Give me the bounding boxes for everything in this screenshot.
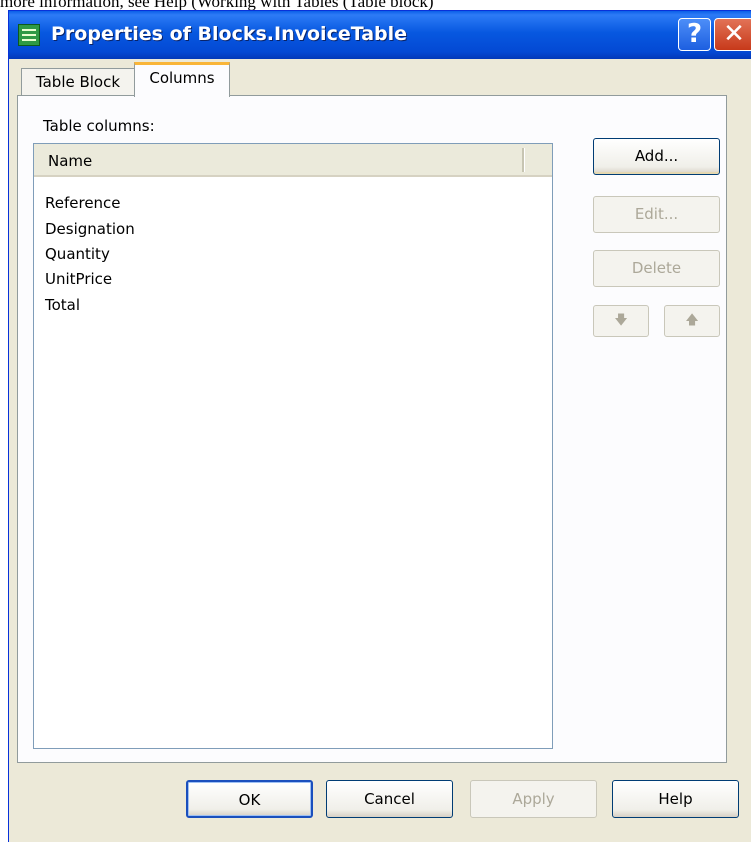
help-title-button[interactable]: ? [678,18,711,51]
list-item[interactable]: Designation [45,220,135,238]
delete-button[interactable]: Delete [593,250,720,287]
add-button[interactable]: Add... [593,138,720,175]
help-button[interactable]: Help [612,780,739,818]
list-item[interactable]: UnitPrice [45,270,112,288]
move-down-button[interactable]: 🡇 [593,305,649,337]
ok-button[interactable]: OK [186,780,313,818]
close-button[interactable]: ✕ [714,18,751,51]
window-title: Properties of Blocks.InvoiceTable [51,23,408,45]
title-bar[interactable]: Properties of Blocks.InvoiceTable ? ✕ [9,11,751,59]
caption-text: more information, see Help (Working with… [0,0,434,10]
table-app-icon [18,24,40,46]
list-item[interactable]: Total [45,296,80,314]
edit-button[interactable]: Edit... [593,196,720,233]
tab-columns[interactable]: Columns [134,62,230,97]
columns-list[interactable]: Name Reference Designation Quantity Unit… [33,143,553,749]
tab-table-block[interactable]: Table Block [21,68,135,95]
arrow-down-icon: 🡇 [614,313,628,328]
cancel-button[interactable]: Cancel [326,780,453,818]
question-mark-icon: ? [686,19,703,49]
list-item[interactable]: Reference [45,194,121,212]
list-item[interactable]: Quantity [45,245,110,263]
apply-button[interactable]: Apply [470,780,597,818]
close-icon: ✕ [723,19,745,49]
column-separator[interactable] [522,148,525,172]
move-up-button[interactable]: 🡅 [664,305,720,337]
column-header-name[interactable]: Name [48,152,92,170]
table-columns-label: Table columns: [43,117,155,135]
arrow-up-icon: 🡅 [685,313,699,328]
list-header: Name [34,144,552,177]
